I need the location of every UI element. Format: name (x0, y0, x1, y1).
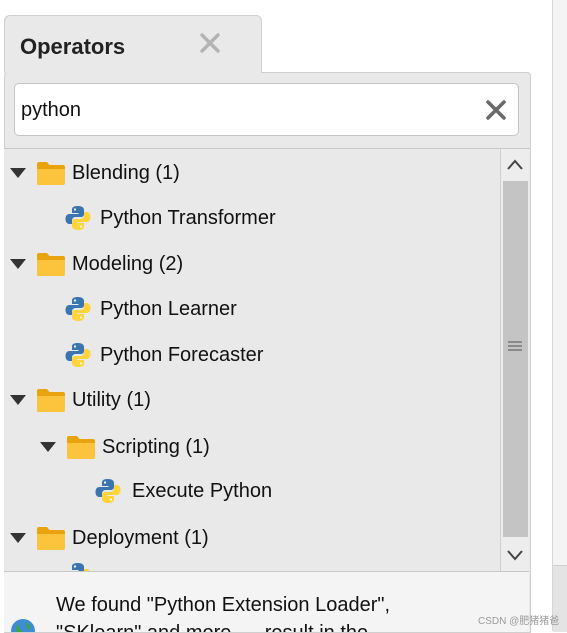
tree-folder-utility[interactable]: Utility (1) (10, 380, 151, 420)
close-icon[interactable] (199, 32, 221, 54)
folder-label: Blending (1) (72, 161, 180, 184)
tab-title: Operators (20, 34, 126, 59)
folder-label: Modeling (2) (72, 252, 184, 275)
expand-arrow-icon[interactable] (10, 395, 26, 405)
grip-line (508, 349, 522, 351)
folder-label: Utility (1) (72, 388, 151, 411)
scrollbar-thumb[interactable] (503, 181, 528, 537)
globe-icon (11, 619, 35, 632)
grip-line (508, 341, 522, 343)
tree-folder-modeling[interactable]: Modeling (2) (10, 244, 183, 284)
operator-label: Python Forecaster (100, 343, 264, 366)
tree-item-execute-python[interactable]: Execute Python (94, 471, 276, 511)
folder-icon (36, 387, 66, 413)
adjacent-panel-edge (552, 0, 567, 632)
folder-label: Scripting (1) (102, 435, 210, 458)
grip-line (508, 345, 522, 347)
search-box (14, 83, 519, 136)
watermark: CSDN @肥猪猪爸 (478, 616, 560, 627)
tree-scrollbar[interactable] (500, 148, 530, 571)
expand-arrow-icon[interactable] (10, 168, 26, 178)
folder-icon (36, 251, 66, 277)
chevron-up-icon[interactable] (505, 155, 525, 175)
tree-item-python-forecaster[interactable]: Python Forecaster (64, 335, 263, 375)
operator-label-selected: Execute Python (132, 479, 273, 502)
python-icon (64, 341, 92, 369)
python-icon (64, 204, 92, 232)
tree-folder-deployment[interactable]: Deployment (1) (10, 518, 209, 558)
operator-label: Python Transformer (100, 206, 276, 229)
search-input[interactable] (21, 94, 461, 126)
search-suggestion-footer: We found "Python Extension Loader", "SKl… (4, 571, 529, 632)
chevron-down-icon[interactable] (505, 545, 525, 565)
folder-icon (36, 525, 66, 551)
clear-search-icon[interactable] (485, 99, 507, 121)
operator-label: Python Learner (100, 297, 237, 320)
tree-item-python-learner[interactable]: Python Learner (64, 289, 237, 329)
python-icon (64, 295, 92, 323)
python-icon (64, 561, 92, 571)
operator-tree: Blending (1) Python Transformer Modeling… (4, 148, 500, 571)
tree-item-python-transformer[interactable]: Python Transformer (64, 198, 276, 238)
python-icon (94, 477, 122, 505)
tab-operators[interactable]: Operators (4, 15, 262, 73)
folder-icon (36, 160, 66, 186)
folder-label: Deployment (1) (72, 526, 209, 549)
tree-folder-blending[interactable]: Blending (1) (10, 153, 180, 193)
expand-arrow-icon[interactable] (10, 533, 26, 543)
expand-arrow-icon[interactable] (10, 259, 26, 269)
tree-folder-scripting[interactable]: Scripting (1) (40, 427, 210, 467)
suggestion-text-line1: We found "Python Extension Loader", (56, 594, 391, 616)
expand-arrow-icon[interactable] (40, 442, 56, 452)
folder-icon (66, 434, 96, 460)
